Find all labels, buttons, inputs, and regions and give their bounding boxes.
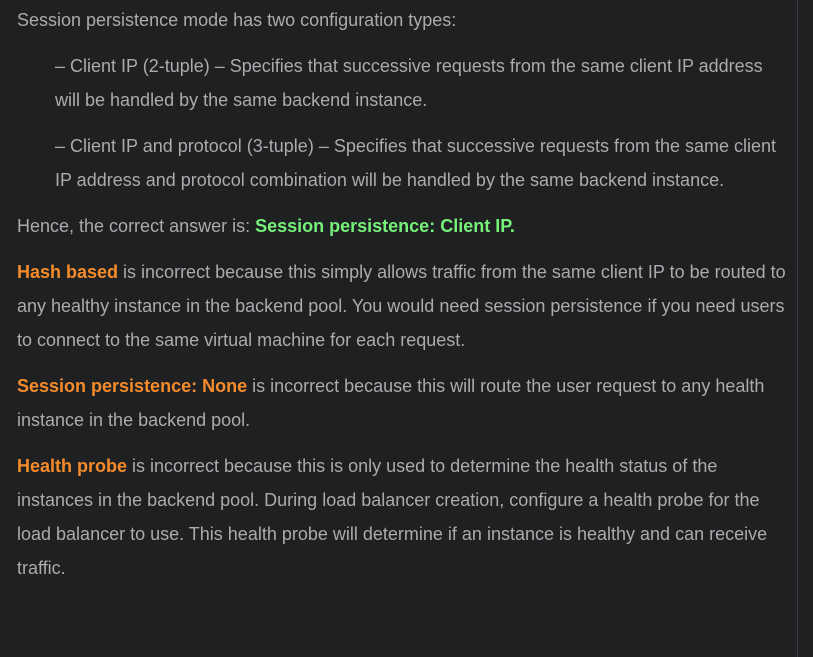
correct-answer-highlight: Session persistence: Client IP. — [255, 216, 515, 236]
term-health-probe: Health probe — [17, 456, 128, 476]
intro-text: Session persistence mode has two configu… — [17, 10, 457, 30]
explanation-hash-based: Hash based is incorrect because this sim… — [17, 255, 787, 357]
scrollbar-track[interactable] — [797, 0, 798, 657]
explanation-hash-based-text: is incorrect because this simply allows … — [17, 262, 786, 350]
term-session-persistence-none: Session persistence: None — [17, 376, 248, 396]
explanation-content: Session persistence mode has two configu… — [17, 3, 787, 597]
correct-answer-prefix: Hence, the correct answer is: — [17, 216, 256, 236]
correct-answer: Hence, the correct answer is: Session pe… — [17, 209, 787, 243]
term-hash-based: Hash based — [17, 262, 119, 282]
bullet-client-ip: – Client IP (2-tuple) – Specifies that s… — [55, 56, 763, 110]
explanation-health-probe-text: is incorrect because this is only used t… — [17, 456, 768, 578]
explanation-health-probe: Health probe is incorrect because this i… — [17, 449, 787, 585]
explanation-session-persistence-none: Session persistence: None is incorrect b… — [17, 369, 787, 437]
bullet-client-ip-protocol: – Client IP and protocol (3-tuple) – Spe… — [55, 136, 777, 190]
